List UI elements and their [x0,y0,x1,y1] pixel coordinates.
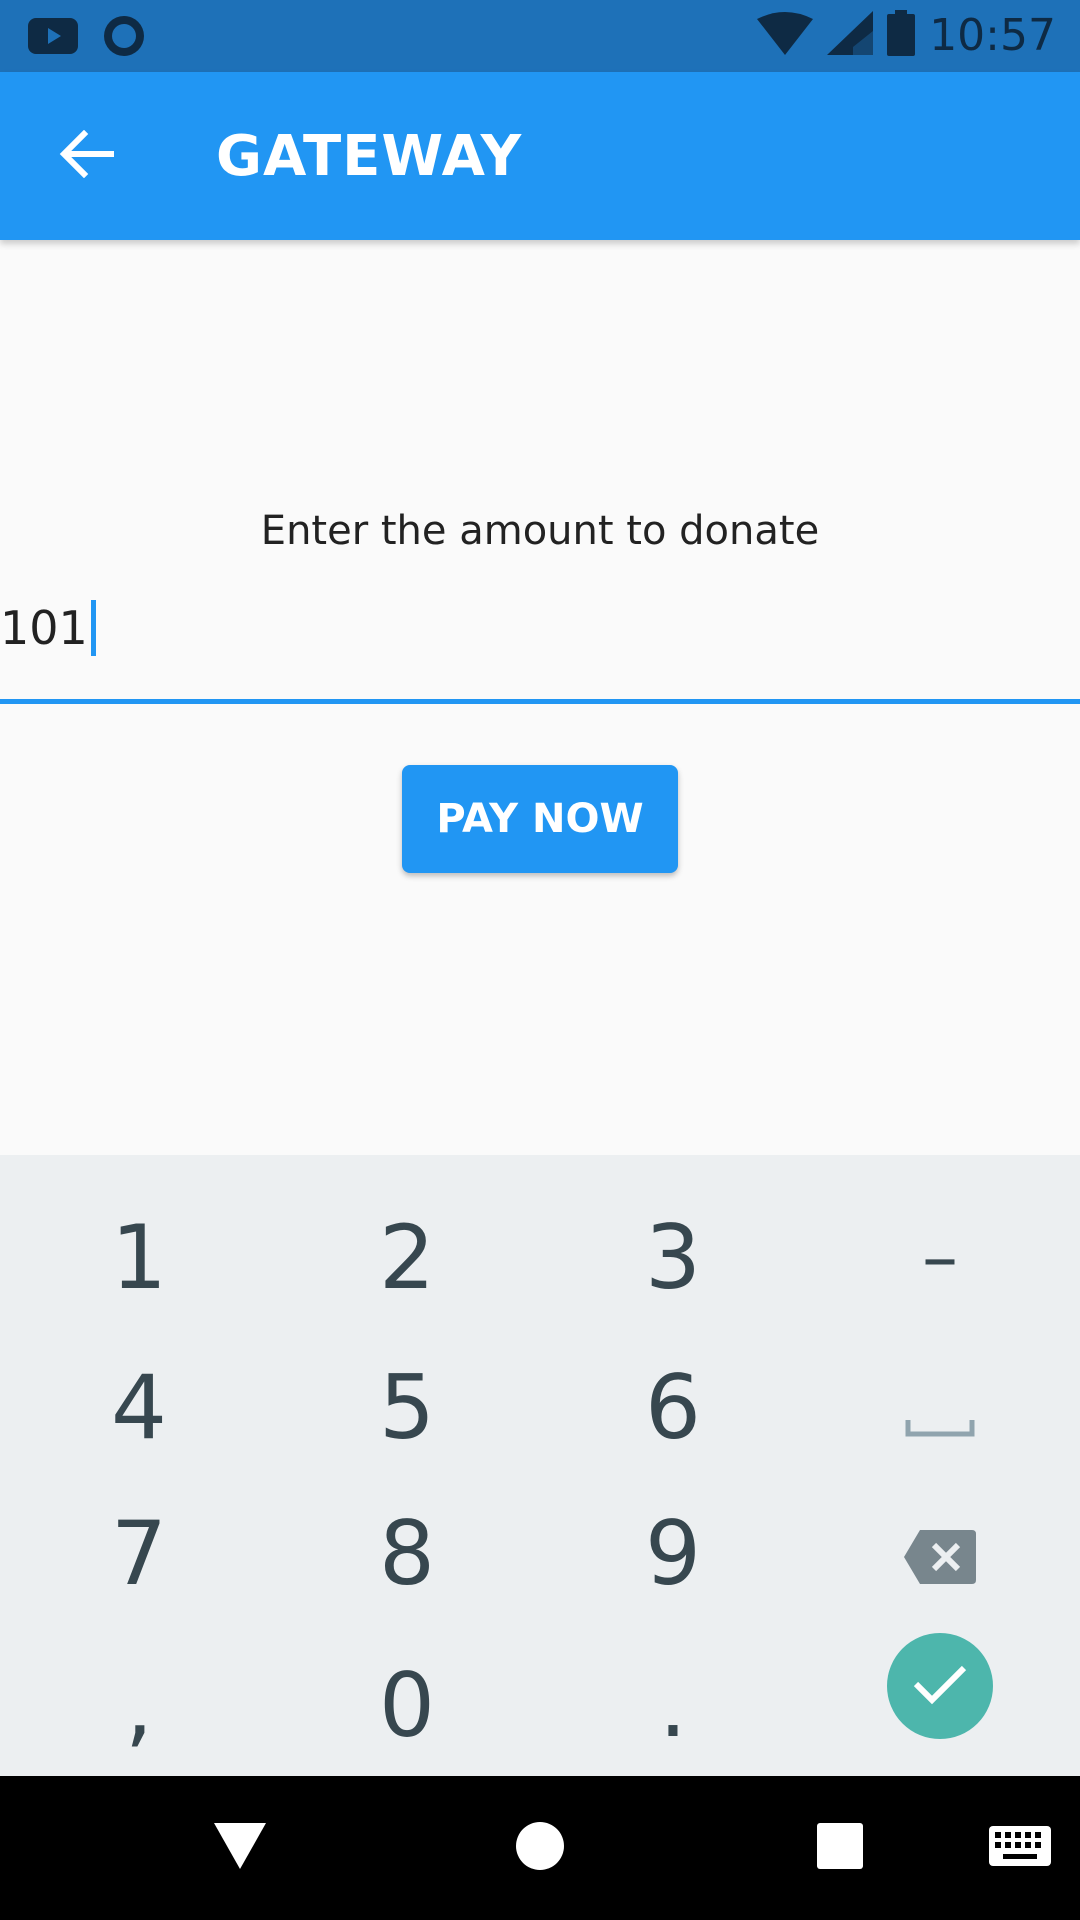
key-9[interactable]: 9 [538,1478,808,1628]
key-3[interactable]: 3 [538,1182,808,1332]
signal-icon [827,11,874,60]
key-comma[interactable]: , [4,1630,274,1780]
key-minus[interactable]: – [805,1182,1075,1332]
pay-now-button[interactable]: PAY NOW [402,765,678,873]
backspace-icon [904,1502,976,1605]
key-0[interactable]: 0 [272,1630,542,1780]
keyboard-icon [989,1825,1051,1871]
key-period[interactable]: . [538,1630,808,1780]
back-button[interactable] [44,114,128,198]
amount-input[interactable]: 101 [0,600,96,656]
key-6[interactable]: 6 [538,1332,808,1482]
key-8[interactable]: 8 [272,1478,542,1628]
status-time: 10:57 [929,10,1056,61]
space-bar-icon [905,1356,975,1459]
battery-icon [887,10,916,61]
amount-input-value: 101 [0,601,88,655]
recents-square-icon [817,1822,863,1874]
check-icon [912,1662,968,1711]
home-circle-icon [515,1821,565,1876]
nav-keyboard-button[interactable] [970,1798,1070,1898]
key-4[interactable]: 4 [4,1332,274,1482]
nav-recents-button[interactable] [790,1798,890,1898]
done-key[interactable] [887,1633,993,1739]
key-2[interactable]: 2 [272,1182,542,1332]
back-triangle-icon [214,1822,266,1874]
wifi-icon [757,11,814,60]
status-bar: 10:57 [0,0,1080,72]
text-cursor [90,600,96,656]
page-title: GATEWAY [216,124,523,189]
nav-home-button[interactable] [490,1798,590,1898]
navigation-bar [0,1776,1080,1920]
nav-back-button[interactable] [190,1798,290,1898]
circle-notification-icon [102,14,146,63]
key-5[interactable]: 5 [272,1332,542,1482]
arrow-back-icon [58,129,115,183]
key-backspace[interactable] [805,1478,1075,1628]
donation-prompt: Enter the amount to donate [260,508,820,554]
key-space[interactable] [805,1332,1075,1482]
youtube-icon [28,18,78,59]
app-bar: GATEWAY [0,72,1080,240]
amount-input-underline [0,699,1080,704]
key-1[interactable]: 1 [4,1182,274,1332]
key-7[interactable]: 7 [4,1478,274,1628]
